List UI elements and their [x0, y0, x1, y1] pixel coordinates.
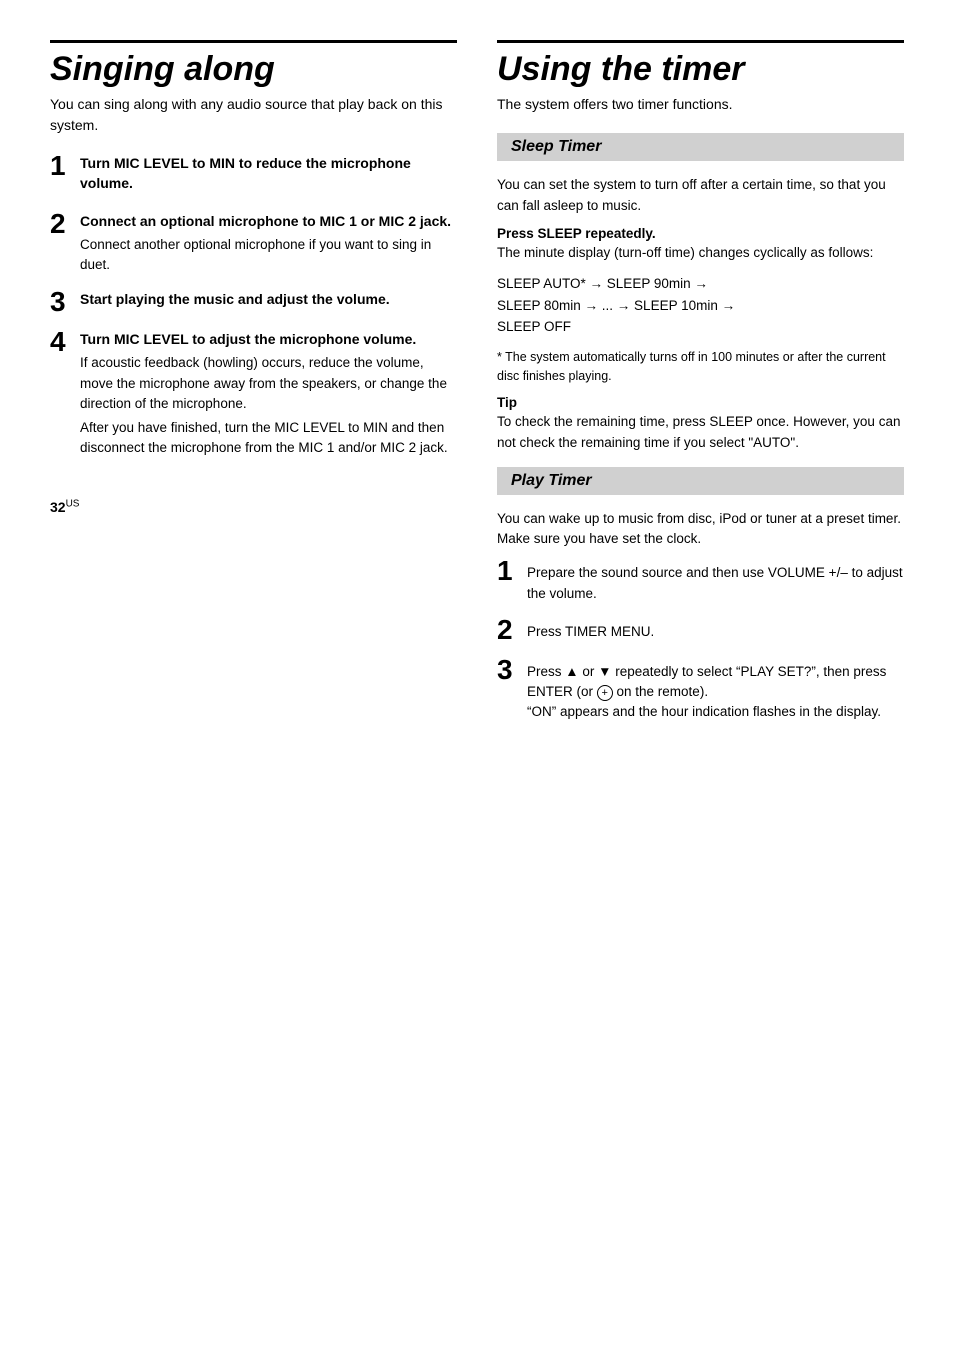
play-timer-box: Play Timer: [497, 467, 904, 495]
step-3-content: Start playing the music and adjust the v…: [80, 290, 457, 314]
page-footer: 32US: [50, 499, 457, 516]
right-column: Using the timer The system offers two ti…: [497, 40, 904, 737]
singing-along-intro: You can sing along with any audio source…: [50, 94, 457, 136]
step-4-heading: Turn MIC LEVEL to adjust the microphone …: [80, 330, 457, 350]
play-step-1-text: Prepare the sound source and then use VO…: [527, 563, 904, 604]
play-step-3: 3 Press ▲ or ▼ repeatedly to select “PLA…: [497, 658, 904, 723]
step-3-heading: Start playing the music and adjust the v…: [80, 290, 457, 310]
singing-along-title: Singing along: [50, 40, 457, 88]
press-sleep-body: The minute display (turn-off time) chang…: [497, 243, 904, 263]
play-step-2: 2 Press TIMER MENU.: [497, 618, 904, 644]
step-2: 2 Connect an optional microphone to MIC …: [50, 212, 457, 276]
play-timer-steps: 1 Prepare the sound source and then use …: [497, 559, 904, 722]
page-layout: Singing along You can sing along with an…: [50, 40, 904, 737]
sleep-timer-box: Sleep Timer: [497, 133, 904, 161]
sleep-footnote: * The system automatically turns off in …: [497, 348, 904, 386]
step-4-number: 4: [50, 328, 72, 356]
step-4-body-para1: If acoustic feedback (howling) occurs, r…: [80, 353, 457, 414]
play-step-3-text: Press ▲ or ▼ repeatedly to select “PLAY …: [527, 662, 904, 723]
play-step-2-number: 2: [497, 616, 519, 644]
step-2-content: Connect an optional microphone to MIC 1 …: [80, 212, 457, 276]
sleep-timer-intro: You can set the system to turn off after…: [497, 175, 904, 216]
step-1: 1 Turn MIC LEVEL to MIN to reduce the mi…: [50, 154, 457, 197]
tip-text: To check the remaining time, press SLEEP…: [497, 412, 904, 453]
play-step-3-number: 3: [497, 656, 519, 684]
step-4: 4 Turn MIC LEVEL to adjust the microphon…: [50, 330, 457, 459]
play-timer-title: Play Timer: [511, 472, 592, 489]
using-timer-title: Using the timer: [497, 40, 904, 88]
play-step-1: 1 Prepare the sound source and then use …: [497, 559, 904, 604]
step-4-content: Turn MIC LEVEL to adjust the microphone …: [80, 330, 457, 459]
play-timer-intro-1: You can wake up to music from disc, iPod…: [497, 509, 904, 550]
sleep-cycle: SLEEP AUTO* → SLEEP 90min → SLEEP 80min …: [497, 273, 904, 338]
sleep-timer-title: Sleep Timer: [511, 138, 601, 155]
left-column: Singing along You can sing along with an…: [50, 40, 457, 737]
singing-along-steps: 1 Turn MIC LEVEL to MIN to reduce the mi…: [50, 154, 457, 458]
circle-plus-icon: +: [597, 685, 613, 701]
play-step-2-content: Press TIMER MENU.: [527, 618, 904, 642]
tip-label: Tip: [497, 395, 904, 410]
play-step-1-content: Prepare the sound source and then use VO…: [527, 559, 904, 604]
step-1-content: Turn MIC LEVEL to MIN to reduce the micr…: [80, 154, 457, 197]
step-3-number: 3: [50, 288, 72, 316]
step-4-body-para2: After you have finished, turn the MIC LE…: [80, 418, 457, 459]
step-1-heading: Turn MIC LEVEL to MIN to reduce the micr…: [80, 154, 457, 193]
play-step-1-number: 1: [497, 557, 519, 585]
play-step-3-content: Press ▲ or ▼ repeatedly to select “PLAY …: [527, 658, 904, 723]
play-step-2-text: Press TIMER MENU.: [527, 622, 904, 642]
press-sleep-label: Press SLEEP repeatedly.: [497, 226, 904, 241]
using-timer-intro: The system offers two timer functions.: [497, 94, 904, 115]
step-2-heading: Connect an optional microphone to MIC 1 …: [80, 212, 457, 232]
step-1-number: 1: [50, 152, 72, 180]
step-3: 3 Start playing the music and adjust the…: [50, 290, 457, 316]
page-number: 32US: [50, 499, 79, 515]
step-2-body: Connect another optional microphone if y…: [80, 235, 457, 276]
step-2-number: 2: [50, 210, 72, 238]
